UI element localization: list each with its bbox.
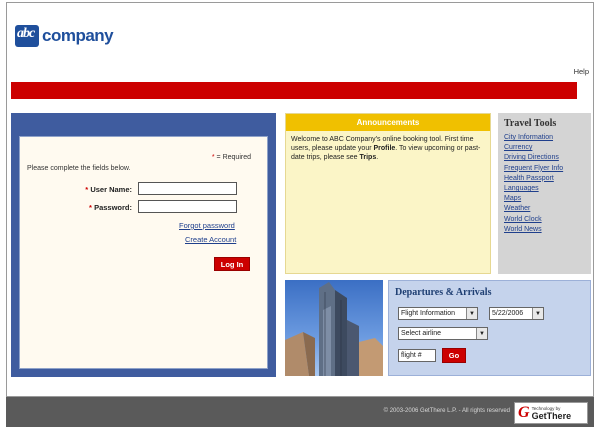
skyline-illustration-icon bbox=[285, 282, 383, 376]
login-panel: * = Required Please complete the fields … bbox=[11, 113, 276, 377]
chevron-down-icon: ▼ bbox=[476, 328, 487, 339]
company-logo[interactable]: abc company bbox=[15, 25, 114, 47]
username-label: * User Name: bbox=[26, 185, 132, 194]
logo-mark-icon: abc bbox=[15, 25, 39, 47]
travel-tool-driving-directions[interactable]: Driving Directions bbox=[504, 153, 591, 163]
flight-number-placeholder: flight # bbox=[401, 352, 422, 359]
travel-tool-world-clock[interactable]: World Clock bbox=[504, 215, 591, 225]
travel-tool-health-passport[interactable]: Health Passport bbox=[504, 174, 591, 184]
announcements-text: Welcome to ABC Company's online booking … bbox=[286, 131, 490, 166]
airline-select[interactable]: Select airline ▼ bbox=[398, 327, 488, 340]
getthere-badge-text: Technology by GetThere bbox=[532, 406, 572, 421]
departures-arrivals-title: Departures & Arrivals bbox=[395, 287, 492, 298]
travel-tools-panel: Travel Tools City Information Currency D… bbox=[498, 113, 591, 274]
date-select[interactable]: 5/22/2006 ▼ bbox=[489, 307, 544, 320]
username-label-text: User Name: bbox=[90, 185, 132, 194]
login-button[interactable]: Log In bbox=[214, 257, 250, 271]
getthere-badge[interactable]: G Technology by GetThere bbox=[514, 402, 588, 424]
create-account-link[interactable]: Create Account bbox=[185, 235, 236, 244]
copyright-text: © 2003-2006 GetThere L.P. - All rights r… bbox=[383, 408, 510, 414]
login-instructions: Please complete the fields below. bbox=[27, 165, 131, 172]
travel-tool-weather[interactable]: Weather bbox=[504, 204, 591, 214]
badge-getthere: GetThere bbox=[531, 410, 572, 421]
required-label: = Required bbox=[214, 154, 251, 161]
announcement-text-3: . bbox=[376, 154, 379, 161]
city-skyline-image bbox=[285, 280, 383, 376]
announcements-title: Announcements bbox=[286, 114, 490, 131]
go-button[interactable]: Go bbox=[442, 348, 466, 363]
travel-tools-title: Travel Tools bbox=[504, 118, 557, 129]
airline-select-value: Select airline bbox=[401, 330, 442, 337]
chevron-down-icon: ▼ bbox=[532, 308, 543, 319]
departures-arrivals-panel: Departures & Arrivals Flight Information… bbox=[388, 280, 591, 376]
date-select-value: 5/22/2006 bbox=[492, 310, 524, 317]
flight-info-select[interactable]: Flight Information ▼ bbox=[398, 307, 478, 320]
chevron-down-icon: ▼ bbox=[466, 308, 477, 319]
password-required-star: * bbox=[89, 203, 92, 212]
travel-tool-currency[interactable]: Currency bbox=[504, 143, 591, 153]
travel-tool-frequent-flyer-info[interactable]: Frequent Flyer Info bbox=[504, 164, 591, 174]
username-required-star: * bbox=[85, 185, 89, 194]
username-field[interactable] bbox=[138, 182, 237, 195]
travel-tool-maps[interactable]: Maps bbox=[504, 194, 591, 204]
header-bar bbox=[11, 82, 577, 99]
profile-link[interactable]: Profile bbox=[374, 145, 396, 152]
flight-info-select-value: Flight Information bbox=[401, 310, 456, 317]
logo-text: company bbox=[42, 26, 114, 45]
trips-link[interactable]: Trips bbox=[360, 154, 377, 161]
getthere-logo-icon: G bbox=[518, 404, 530, 421]
flight-number-input[interactable]: flight # bbox=[398, 349, 436, 362]
password-field[interactable] bbox=[138, 200, 237, 213]
password-label-text: Password: bbox=[94, 203, 132, 212]
logo-mark-text: abc bbox=[17, 26, 35, 41]
travel-tool-languages[interactable]: Languages bbox=[504, 184, 591, 194]
announcements-panel: Announcements Welcome to ABC Company's o… bbox=[285, 113, 491, 274]
footer: © 2003-2006 GetThere L.P. - All rights r… bbox=[6, 397, 594, 427]
password-label: * Password: bbox=[26, 203, 132, 212]
required-note: * = Required bbox=[212, 154, 251, 161]
travel-tool-world-news[interactable]: World News bbox=[504, 225, 591, 235]
help-link[interactable]: Help bbox=[574, 67, 589, 76]
travel-tools-list: City Information Currency Driving Direct… bbox=[498, 129, 591, 235]
login-form: * = Required Please complete the fields … bbox=[19, 136, 268, 369]
forgot-password-link[interactable]: Forgot password bbox=[179, 221, 235, 230]
travel-tool-city-information[interactable]: City Information bbox=[504, 133, 591, 143]
